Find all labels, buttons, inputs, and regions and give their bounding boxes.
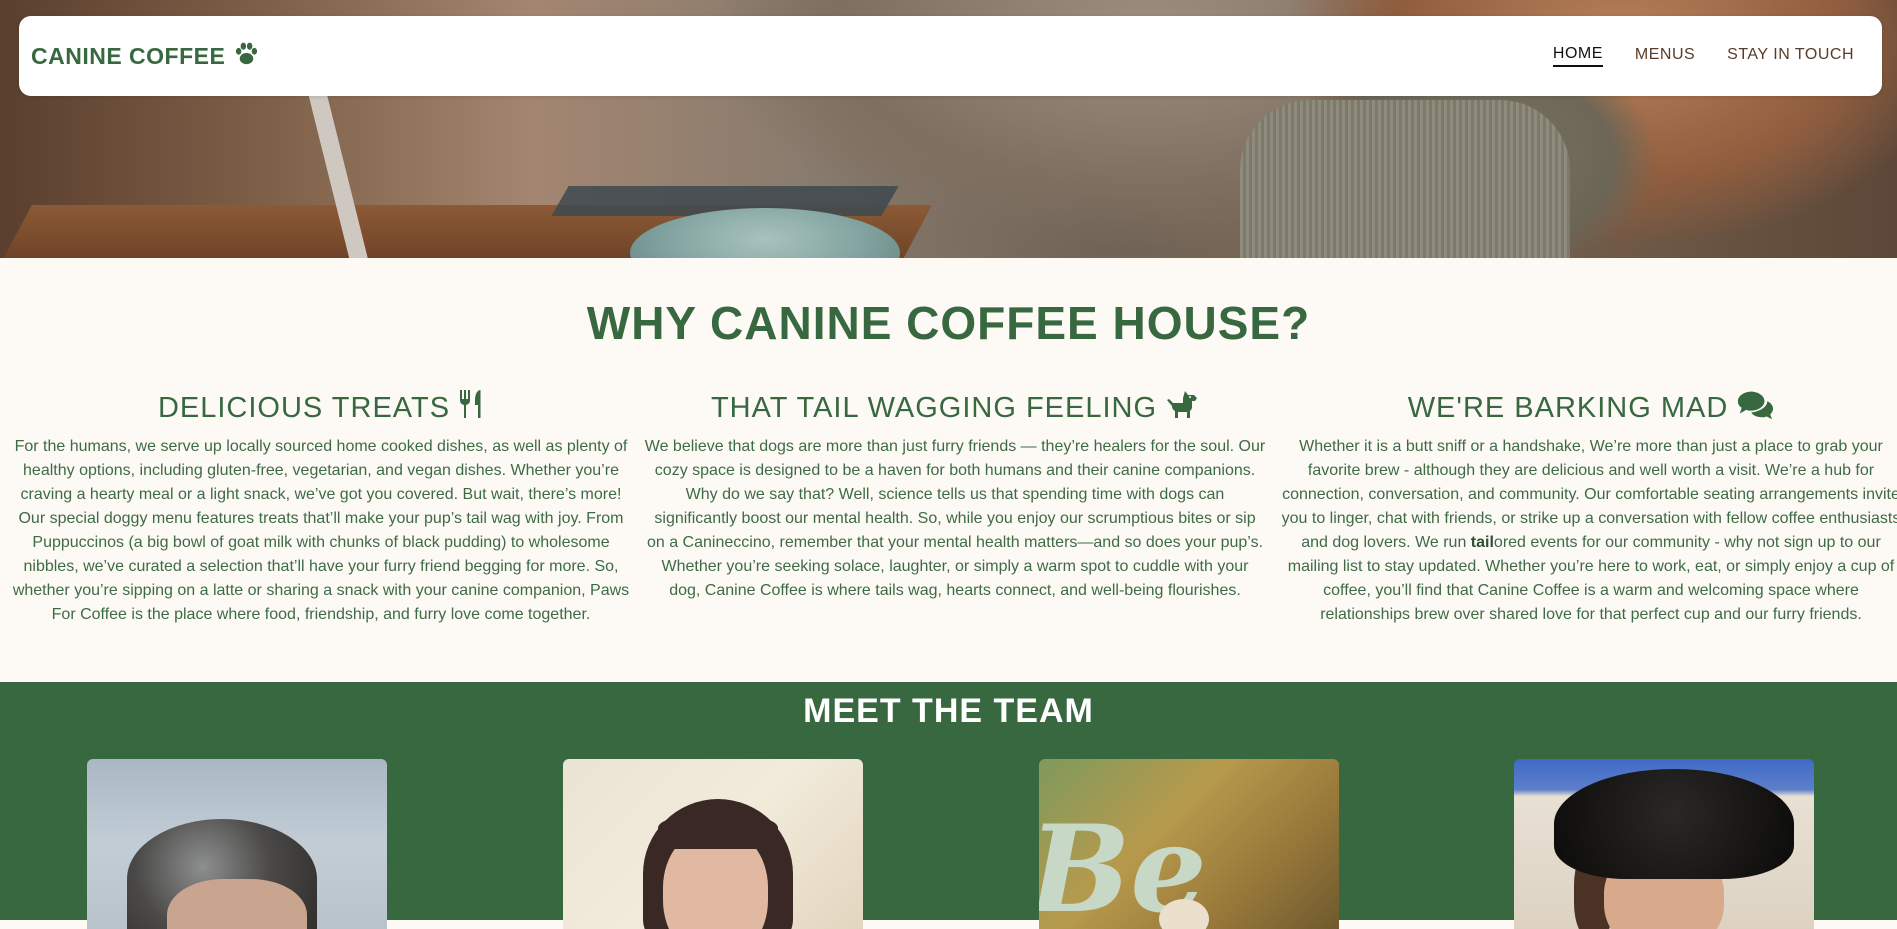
team-title: MEET THE TEAM: [803, 692, 1094, 730]
feature-text: For the humans, we serve up locally sour…: [12, 438, 630, 623]
feature-text: Whether it is a butt sniff or a handshak…: [1280, 435, 1897, 627]
brand-logo[interactable]: CANINE COFFEE: [31, 16, 260, 96]
navbar: CANINE COFFEE HOME MENUS STAY IN TOUCH: [19, 16, 1882, 96]
feature-column-barking-mad: WE'RE BARKING MAD Whether it is a butt s…: [1280, 389, 1897, 627]
brand-name: CANINE COFFEE: [31, 42, 226, 69]
team-section: MEET THE TEAM Be: [0, 682, 1897, 929]
feature-heading: THAT TAIL WAGGING FEELING: [644, 389, 1266, 427]
feature-text-bold: tail: [1470, 534, 1494, 551]
team-member-photo: [87, 759, 387, 929]
feature-heading-text: DELICIOUS TREATS: [157, 391, 451, 424]
why-section: WHY CANINE COFFEE HOUSE? DELICIOUS TREAT…: [0, 258, 1897, 682]
nav-link-home[interactable]: HOME: [1552, 45, 1603, 67]
nav-links: HOME MENUS STAY IN TOUCH: [1552, 16, 1854, 96]
feature-column-tail-wagging: THAT TAIL WAGGING FEELING We believe tha…: [644, 389, 1266, 603]
feature-heading: WE'RE BARKING MAD: [1280, 389, 1897, 427]
feature-heading-text: THAT TAIL WAGGING FEELING: [710, 391, 1158, 424]
section-title: WHY CANINE COFFEE HOUSE?: [586, 297, 1311, 349]
feature-column-treats: DELICIOUS TREATS For the humans, we serv…: [10, 389, 632, 627]
feature-heading: DELICIOUS TREATS: [10, 389, 632, 427]
dog-icon: [1165, 389, 1199, 427]
nav-link-stay-in-touch[interactable]: STAY IN TOUCH: [1727, 46, 1854, 66]
team-member-photo: [1514, 759, 1814, 929]
feature-heading-text: WE'RE BARKING MAD: [1407, 391, 1729, 424]
team-member-photo: Be: [1039, 759, 1339, 929]
paw-icon: [233, 41, 260, 72]
comments-icon: [1736, 389, 1774, 427]
feature-text: We believe that dogs are more than just …: [644, 438, 1266, 599]
team-member-photo: [563, 759, 863, 929]
nav-link-menus[interactable]: MENUS: [1635, 46, 1695, 66]
utensils-icon: [458, 389, 484, 427]
